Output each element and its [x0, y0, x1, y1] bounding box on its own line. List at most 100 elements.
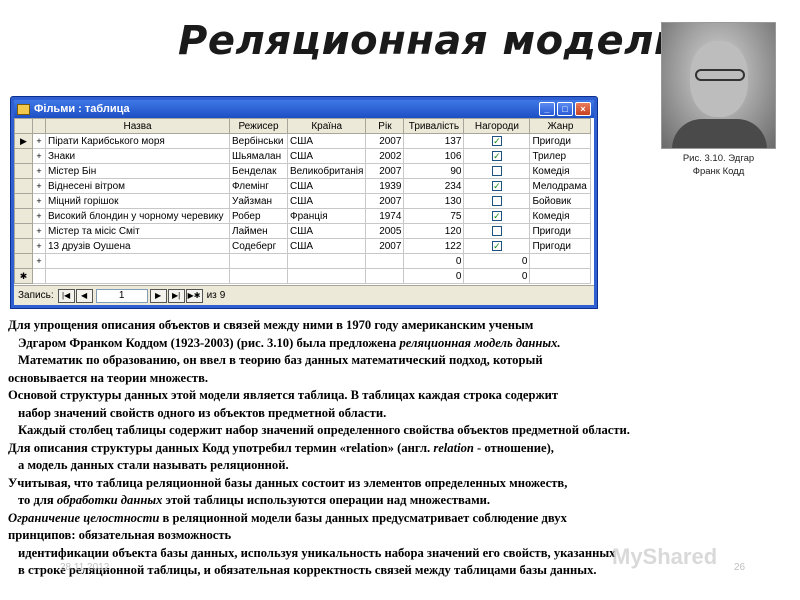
cell-country[interactable]: США: [286, 148, 367, 164]
cell-duration[interactable]: 90: [403, 163, 465, 179]
cell-title[interactable]: Віднесені вітром: [45, 178, 230, 194]
cell-awards[interactable]: ✓: [463, 238, 531, 254]
cell-director[interactable]: Содеберг: [229, 238, 288, 254]
cell-title[interactable]: Знаки: [45, 148, 230, 164]
cell-year[interactable]: [365, 268, 405, 284]
cell-title[interactable]: Міцний горішок: [45, 193, 230, 209]
cell-director[interactable]: Робер: [229, 208, 288, 224]
expand-icon[interactable]: +: [32, 238, 46, 254]
cell-title[interactable]: Пірати Карибського моря: [45, 133, 230, 149]
cell-duration[interactable]: 137: [403, 133, 465, 149]
expand-icon[interactable]: +: [32, 193, 46, 209]
column-header-director[interactable]: Режисер: [229, 118, 288, 134]
cell-awards[interactable]: [463, 223, 531, 239]
cell-director[interactable]: Бенделак: [229, 163, 288, 179]
row-selector[interactable]: [14, 253, 33, 269]
expand-icon[interactable]: +: [32, 148, 46, 164]
column-header-duration[interactable]: Тривалість: [403, 118, 465, 134]
cell-year[interactable]: 2007: [365, 193, 405, 209]
checkbox[interactable]: ✓: [491, 135, 502, 146]
cell-country[interactable]: США: [286, 223, 367, 239]
cell-director[interactable]: Вербінськи: [229, 133, 288, 149]
expand-icon[interactable]: [32, 268, 46, 284]
cell-country[interactable]: Франція: [286, 208, 367, 224]
record-number-input[interactable]: 1: [95, 288, 148, 303]
table-row[interactable]: +13 друзів Оушена Содеберг США 2007 122 ✓ Приг…: [14, 238, 592, 254]
row-selector[interactable]: ▶: [14, 133, 33, 149]
cell-awards[interactable]: [463, 193, 531, 209]
row-selector[interactable]: ✱: [14, 268, 33, 284]
table-row[interactable]: +0 0: [14, 253, 592, 269]
cell-country[interactable]: США: [286, 133, 367, 149]
row-selector[interactable]: [14, 238, 33, 254]
first-record-button[interactable]: |◀: [57, 288, 75, 303]
cell-year[interactable]: 2007: [365, 238, 405, 254]
cell-genre[interactable]: [529, 253, 592, 269]
column-header-genre[interactable]: Жанр: [529, 118, 592, 134]
cell-duration[interactable]: 0: [403, 268, 465, 284]
prev-record-button[interactable]: ◀: [75, 288, 93, 303]
new-record-button[interactable]: ▶✱: [185, 288, 203, 303]
row-selector[interactable]: [14, 163, 33, 179]
column-header-year[interactable]: Рік: [365, 118, 405, 134]
table-row[interactable]: + Знаки Шьямалан США 2002 106 ✓ Трилер: [14, 148, 592, 164]
cell-awards[interactable]: 0: [463, 253, 531, 269]
checkbox[interactable]: [491, 195, 502, 206]
cell-awards[interactable]: [463, 163, 531, 179]
cell-director[interactable]: Шьямалан: [229, 148, 288, 164]
checkbox[interactable]: ✓: [491, 180, 502, 191]
cell-genre[interactable]: Пригоди: [529, 223, 592, 239]
maximize-button[interactable]: □: [557, 102, 573, 116]
expand-icon[interactable]: +: [32, 133, 46, 149]
cell-year[interactable]: 1939: [365, 178, 405, 194]
row-selector[interactable]: [14, 208, 33, 224]
cell-director[interactable]: Флемінг: [229, 178, 288, 194]
cell-title[interactable]: Містер та місіс Сміт: [45, 223, 230, 239]
next-record-button[interactable]: ▶: [149, 288, 167, 303]
column-header-title[interactable]: Назва: [45, 118, 230, 134]
cell-title[interactable]: [45, 268, 230, 284]
cell-genre[interactable]: [529, 268, 592, 284]
cell-year[interactable]: 2007: [365, 163, 405, 179]
row-selector[interactable]: [14, 193, 33, 209]
cell-director[interactable]: [229, 253, 288, 269]
cell-year[interactable]: 2005: [365, 223, 405, 239]
cell-country[interactable]: [286, 253, 367, 269]
cell-country[interactable]: США: [286, 178, 367, 194]
cell-awards[interactable]: 0: [463, 268, 531, 284]
cell-director[interactable]: [229, 268, 288, 284]
checkbox[interactable]: ✓: [491, 240, 502, 251]
cell-awards[interactable]: ✓: [463, 133, 531, 149]
cell-duration[interactable]: 0: [403, 253, 465, 269]
cell-genre[interactable]: Трилер: [529, 148, 592, 164]
cell-duration[interactable]: 234: [403, 178, 465, 194]
cell-title[interactable]: 13 друзів Оушена: [45, 238, 230, 254]
cell-year[interactable]: 1974: [365, 208, 405, 224]
checkbox[interactable]: ✓: [491, 210, 502, 221]
column-header[interactable]: [14, 118, 33, 134]
cell-awards[interactable]: ✓: [463, 208, 531, 224]
cell-director[interactable]: Уайзман: [229, 193, 288, 209]
cell-duration[interactable]: 106: [403, 148, 465, 164]
cell-title[interactable]: [45, 253, 230, 269]
cell-title[interactable]: Високий блондин у чорному черевику: [45, 208, 230, 224]
cell-awards[interactable]: ✓: [463, 148, 531, 164]
cell-title[interactable]: Містер Бін: [45, 163, 230, 179]
column-header-country[interactable]: Країна: [286, 118, 367, 134]
cell-duration[interactable]: 122: [403, 238, 465, 254]
table-row[interactable]: + Віднесені вітром Флемінг США 1939 234 ✓ Мелод…: [14, 178, 592, 194]
cell-director[interactable]: Лаймен: [229, 223, 288, 239]
cell-country[interactable]: США: [286, 193, 367, 209]
cell-country[interactable]: [286, 268, 367, 284]
cell-duration[interactable]: 130: [403, 193, 465, 209]
cell-duration[interactable]: 120: [403, 223, 465, 239]
cell-country[interactable]: США: [286, 238, 367, 254]
checkbox[interactable]: ✓: [491, 150, 502, 161]
cell-genre[interactable]: Мелодрама: [529, 178, 592, 194]
cell-country[interactable]: Великобританія: [286, 163, 367, 179]
last-record-button[interactable]: ▶|: [167, 288, 185, 303]
table-row[interactable]: ✱ 0 0: [14, 268, 592, 284]
column-header-awards[interactable]: Нагороди: [463, 118, 531, 134]
column-header[interactable]: [32, 118, 46, 134]
cell-genre[interactable]: Комедія: [529, 208, 592, 224]
